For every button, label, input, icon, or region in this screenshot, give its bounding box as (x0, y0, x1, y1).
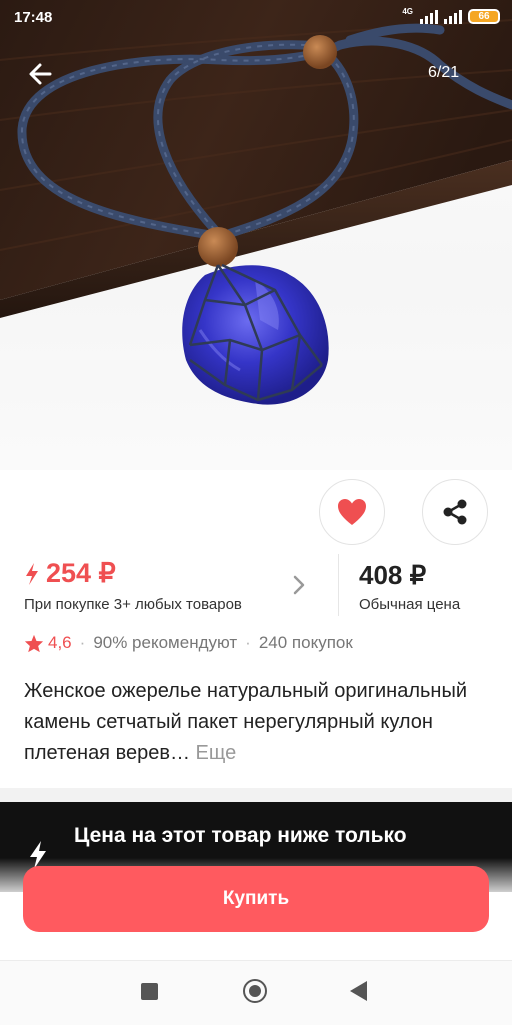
heart-icon (338, 499, 366, 525)
battery-icon: 66 (468, 9, 500, 24)
arrow-left-icon (29, 63, 52, 85)
lightning-icon (26, 562, 38, 585)
promo-details-button[interactable] (292, 574, 306, 601)
status-bar: 17:48 4G 66 (0, 0, 512, 34)
promo-condition: При покупке 3+ любых товаров (24, 596, 242, 613)
section-separator (0, 788, 512, 802)
buy-button[interactable]: Купить (23, 866, 489, 932)
regular-price: 408 ₽ (359, 560, 427, 590)
status-icons: 4G 66 (402, 8, 500, 24)
product-title-text: Женское ожерелье натуральный оригинальны… (24, 680, 468, 764)
star-icon (24, 634, 44, 652)
recent-apps-button[interactable] (141, 983, 158, 1000)
share-button[interactable] (422, 479, 488, 545)
chevron-right-icon (293, 575, 305, 595)
home-button[interactable] (243, 979, 267, 1003)
battery-level: 66 (478, 11, 490, 22)
signal-icon (420, 8, 438, 24)
promo-price: 254 ₽ (46, 558, 116, 588)
show-more-link[interactable]: Еще (196, 742, 237, 764)
purchases-count: 240 покупок (258, 633, 353, 652)
network-type: 4G (402, 7, 413, 16)
buy-button-label: Купить (222, 888, 290, 909)
home-icon-dot (249, 985, 261, 997)
regular-price-label: Обычная цена (359, 596, 461, 613)
promo-price-row[interactable]: 254 ₽ (24, 558, 116, 589)
product-title[interactable]: Женское ожерелье натуральный оригинальны… (24, 676, 494, 769)
price-divider (338, 554, 339, 616)
separator-dot: · (245, 633, 251, 652)
banner-text: Цена на этот товар ниже только (74, 824, 407, 847)
image-counter: 6/21 (428, 64, 460, 81)
signal-icon-2 (444, 8, 462, 24)
share-icon (443, 499, 467, 525)
rating-value: 4,6 (48, 633, 72, 652)
navigation-bar (0, 960, 512, 1025)
recommend-text: 90% рекомендуют (93, 633, 238, 652)
status-time: 17:48 (14, 9, 53, 26)
rating-row[interactable]: 4,6 · 90% рекомендуют · 240 покупок (24, 633, 353, 653)
back-button[interactable] (20, 56, 60, 96)
system-back-button[interactable] (350, 981, 367, 1001)
separator-dot: · (79, 633, 86, 652)
favorite-button[interactable] (319, 479, 385, 545)
